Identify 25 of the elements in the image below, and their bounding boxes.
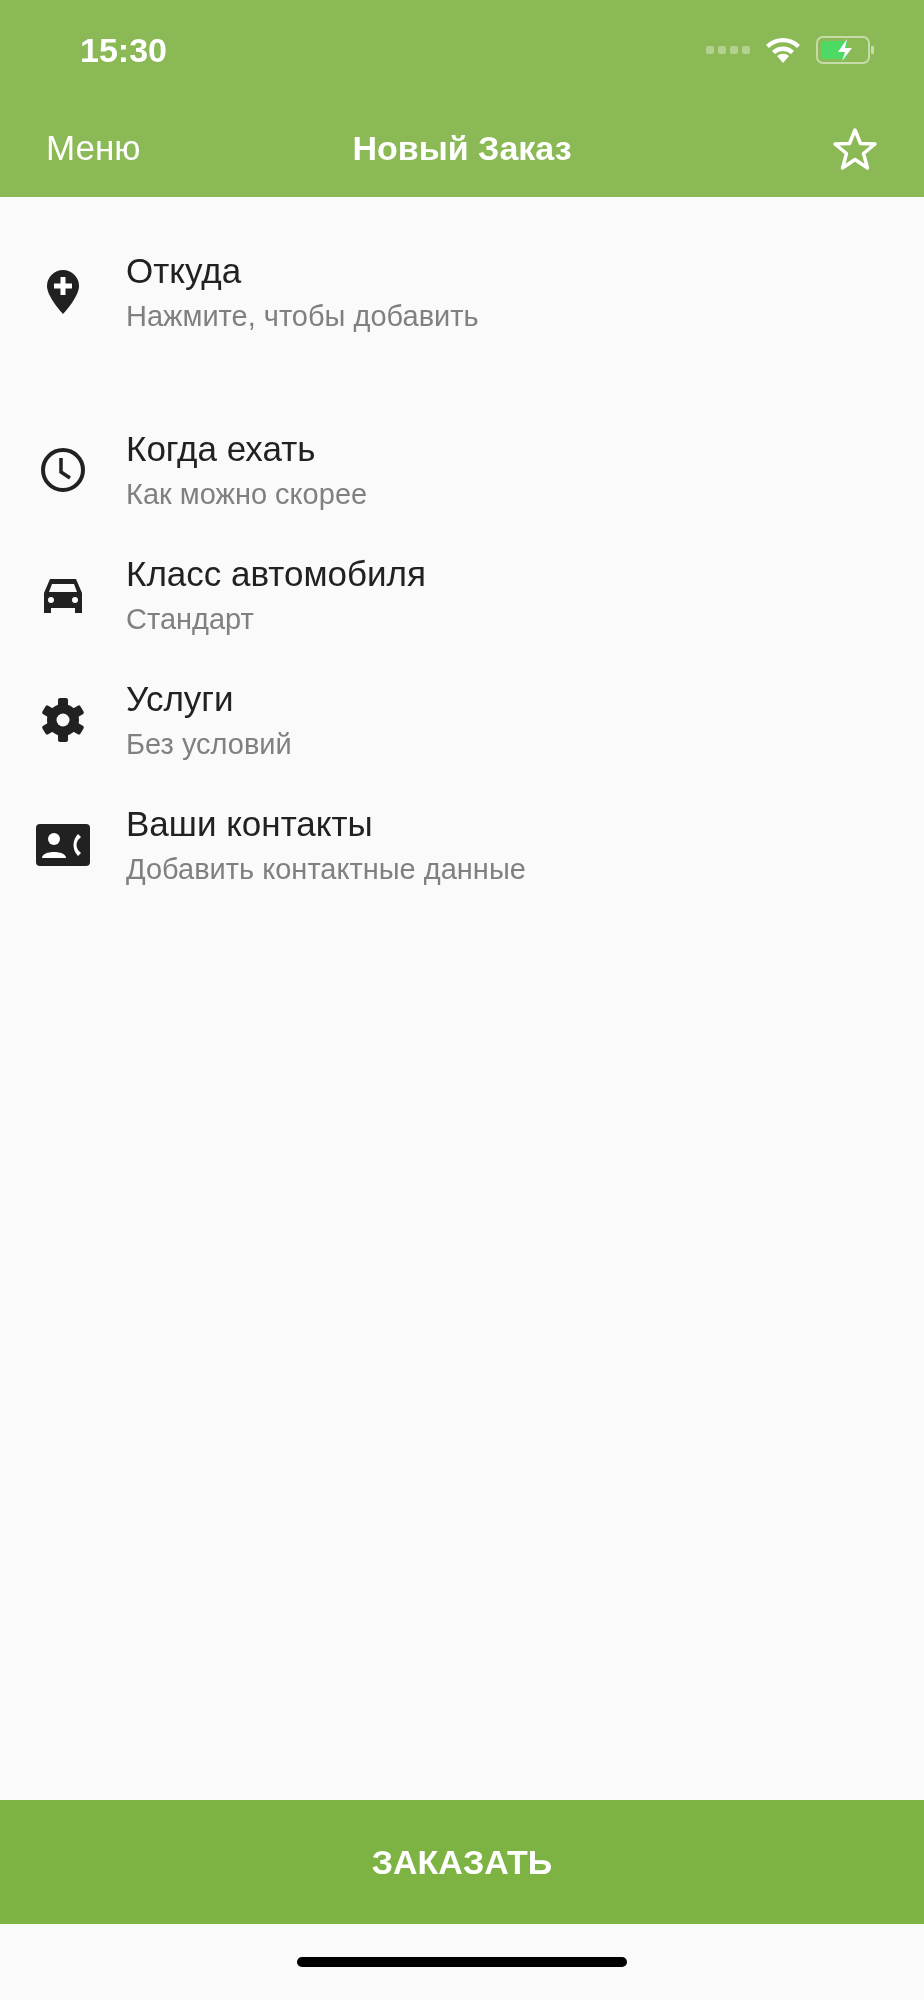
list-item[interactable]: Откуда Нажмите, чтобы добавить [0,229,924,354]
item-subtitle: Как можно скорее [126,476,368,511]
star-icon[interactable] [832,126,878,171]
item-title: Откуда [126,250,243,291]
item-title: Услуги [126,678,235,719]
battery-icon [816,36,874,64]
status-time: 15:30 [80,29,167,71]
item-subtitle: Без условий [126,726,292,761]
item-subtitle: Стандарт [126,601,255,636]
item-title: Класс автомобиля [126,553,426,594]
list-item[interactable]: Ваши контакты Добавить контактные данные [0,782,924,907]
item-title: Когда ехать [126,428,317,469]
clock-icon [40,446,86,493]
signal-icon [706,45,750,55]
list-item[interactable]: Когда ехать Как можно скорее [0,407,924,532]
settings-icon [40,696,86,743]
list-item[interactable]: Класс автомобиля Стандарт [0,532,924,657]
location-pin-icon [46,268,80,315]
contact-card-icon [36,823,90,866]
item-subtitle: Добавить контактные данные [126,851,526,886]
list-item[interactable]: Услуги Без условий [0,657,924,782]
item-title: Ваши контакты [126,803,374,844]
screen-title: Новый Заказ [352,128,572,169]
item-subtitle: Нажмите, чтобы добавить [126,298,479,333]
wifi-icon [764,36,802,64]
